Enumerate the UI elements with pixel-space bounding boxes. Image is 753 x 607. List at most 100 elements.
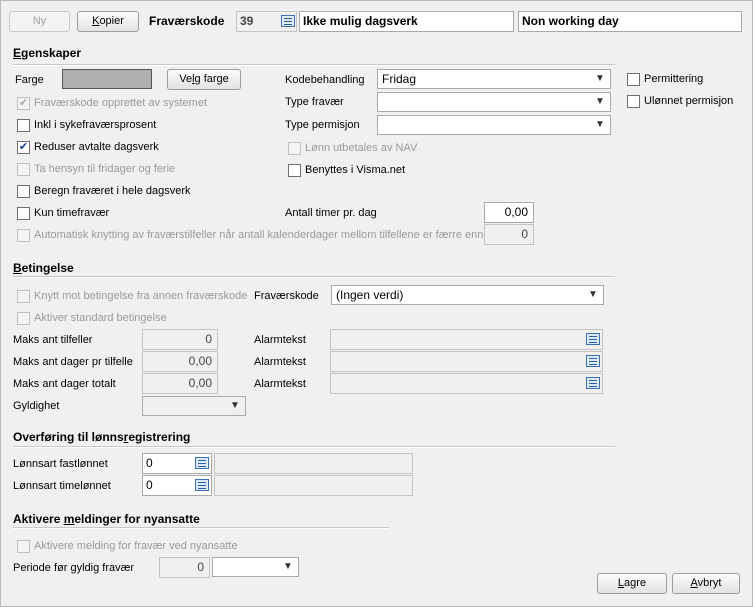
sick-percent-label: Inkl i sykefraværsprosent bbox=[34, 119, 157, 131]
alarm-text-field-2[interactable] bbox=[330, 351, 603, 372]
visma-checkbox[interactable] bbox=[288, 164, 301, 177]
nav-pay-checkbox[interactable] bbox=[288, 142, 301, 155]
condition-code-label: Fraværskode bbox=[254, 290, 319, 302]
properties-heading: Egenskaper bbox=[13, 46, 82, 60]
lookup-icon[interactable] bbox=[586, 333, 600, 345]
period-unit-select[interactable]: ▼ bbox=[212, 557, 299, 577]
cancel-button[interactable]: Avbryt bbox=[672, 573, 740, 594]
copy-button[interactable]: Kopier bbox=[77, 11, 139, 32]
alarm-text-label-2: Alarmtekst bbox=[254, 356, 306, 368]
max-days-case-label: Maks ant dager pr tilfelle bbox=[13, 356, 133, 368]
condition-divider bbox=[13, 276, 615, 278]
hourly-salary-field[interactable]: 0 bbox=[142, 475, 212, 496]
max-days-case-field[interactable]: 0,00 bbox=[142, 351, 218, 372]
fixed-salary-label: Lønnsart fastlønnet bbox=[13, 458, 108, 470]
alarm-text-label-3: Alarmtekst bbox=[254, 378, 306, 390]
lookup-icon[interactable] bbox=[195, 479, 209, 491]
system-created-checkbox[interactable]: ✔ bbox=[17, 97, 30, 110]
code-handling-select[interactable]: Fridag ▼ bbox=[377, 69, 611, 89]
notify-divider bbox=[13, 527, 389, 529]
auto-link-label: Automatisk knytting av fraværstilfeller … bbox=[34, 229, 484, 241]
max-cases-label: Maks ant tilfeller bbox=[13, 334, 93, 346]
properties-divider bbox=[13, 64, 615, 66]
holidays-checkbox[interactable] bbox=[17, 163, 30, 176]
chevron-down-icon: ▼ bbox=[595, 96, 605, 107]
condition-code-select[interactable]: (Ingen verdi) ▼ bbox=[331, 285, 604, 305]
absence-name-field[interactable]: Ikke mulig dagsverk bbox=[299, 11, 514, 32]
color-label: Farge bbox=[15, 74, 44, 86]
chevron-down-icon: ▼ bbox=[230, 400, 240, 411]
hourly-salary-value: 0 bbox=[146, 478, 153, 492]
validity-select[interactable]: ▼ bbox=[142, 396, 246, 416]
whole-day-label: Beregn fraværet i hele dagsverk bbox=[34, 185, 191, 197]
absence-code-label: Fraværskode bbox=[149, 14, 225, 28]
code-handling-label: Kodebehandling bbox=[285, 74, 365, 86]
hours-per-day-label: Antall timer pr. dag bbox=[285, 207, 377, 219]
layoff-label: Permittering bbox=[644, 73, 704, 85]
link-condition-checkbox[interactable] bbox=[17, 290, 30, 303]
validity-label: Gyldighet bbox=[13, 400, 60, 412]
lookup-icon[interactable] bbox=[195, 457, 209, 469]
chevron-down-icon: ▼ bbox=[588, 289, 598, 300]
sick-percent-checkbox[interactable] bbox=[17, 119, 30, 132]
color-swatch bbox=[62, 69, 152, 89]
new-button[interactable]: Ny bbox=[9, 11, 70, 32]
code-handling-value: Fridag bbox=[382, 72, 417, 86]
standard-condition-checkbox[interactable] bbox=[17, 312, 30, 325]
chevron-down-icon: ▼ bbox=[595, 119, 605, 130]
hourly-only-label: Kun timefravær bbox=[34, 207, 110, 219]
hourly-salary-label: Lønnsart timelønnet bbox=[13, 480, 111, 492]
layoff-checkbox[interactable] bbox=[627, 73, 640, 86]
checkmark-icon: ✔ bbox=[18, 97, 29, 109]
whole-day-checkbox[interactable] bbox=[17, 185, 30, 198]
reduce-agreed-checkbox[interactable]: ✔ bbox=[17, 141, 30, 154]
alarm-text-field-1[interactable] bbox=[330, 329, 603, 350]
hours-per-day-field[interactable]: 0,00 bbox=[484, 202, 534, 223]
alarm-text-label-1: Alarmtekst bbox=[254, 334, 306, 346]
chevron-down-icon: ▼ bbox=[595, 73, 605, 84]
condition-heading: Betingelse bbox=[13, 261, 74, 275]
auto-link-checkbox[interactable] bbox=[17, 229, 30, 242]
max-days-total-field[interactable]: 0,00 bbox=[142, 373, 218, 394]
choose-color-button[interactable]: Velg farge bbox=[167, 69, 241, 90]
hourly-only-checkbox[interactable] bbox=[17, 207, 30, 220]
system-created-label: Fraværskode opprettet av systemet bbox=[34, 97, 208, 109]
max-cases-field[interactable]: 0 bbox=[142, 329, 218, 350]
absence-code-value: 39 bbox=[240, 14, 254, 28]
notify-heading: Aktivere meldinger for nyansatte bbox=[13, 512, 200, 526]
copy-button-label: opier bbox=[99, 15, 124, 27]
fixed-salary-description bbox=[214, 453, 413, 474]
nav-pay-label: Lønn utbetales av NAV bbox=[305, 142, 418, 154]
period-field[interactable]: 0 bbox=[159, 557, 210, 578]
condition-code-value: (Ingen verdi) bbox=[336, 288, 404, 302]
payroll-divider bbox=[13, 446, 615, 448]
holidays-label: Ta hensyn til fridager og ferie bbox=[34, 163, 176, 175]
alarm-text-field-3[interactable] bbox=[330, 373, 603, 394]
absence-code-field[interactable]: 39 bbox=[236, 11, 297, 32]
fixed-salary-value: 0 bbox=[146, 456, 153, 470]
chevron-down-icon: ▼ bbox=[283, 561, 293, 572]
leave-type-label: Type permisjon bbox=[285, 119, 360, 131]
absence-name-en-field[interactable]: Non working day bbox=[518, 11, 742, 32]
payroll-heading: Overføring til lønnsregistrering bbox=[13, 430, 191, 444]
unpaid-leave-label: Ulønnet permisjon bbox=[644, 95, 734, 107]
max-days-total-label: Maks ant dager totalt bbox=[13, 378, 116, 390]
standard-condition-label: Aktiver standard betingelse bbox=[34, 312, 167, 324]
auto-link-days-field[interactable]: 0 bbox=[484, 224, 534, 245]
reduce-agreed-label: Reduser avtalte dagsverk bbox=[34, 141, 159, 153]
lookup-icon[interactable] bbox=[281, 15, 295, 27]
absence-type-label: Type fravær bbox=[285, 96, 344, 108]
notify-label: Aktivere melding for fravær ved nyansatt… bbox=[34, 540, 238, 552]
lookup-icon[interactable] bbox=[586, 377, 600, 389]
checkmark-icon: ✔ bbox=[18, 141, 29, 153]
fixed-salary-field[interactable]: 0 bbox=[142, 453, 212, 474]
leave-type-select[interactable]: ▼ bbox=[377, 115, 611, 135]
link-condition-label: Knytt mot betingelse fra annen fraværsko… bbox=[34, 290, 248, 302]
visma-label: Benyttes i Visma.net bbox=[305, 164, 406, 176]
notify-checkbox[interactable] bbox=[17, 540, 30, 553]
hourly-salary-description bbox=[214, 475, 413, 496]
lookup-icon[interactable] bbox=[586, 355, 600, 367]
unpaid-leave-checkbox[interactable] bbox=[627, 95, 640, 108]
save-button[interactable]: Lagre bbox=[597, 573, 667, 594]
absence-type-select[interactable]: ▼ bbox=[377, 92, 611, 112]
